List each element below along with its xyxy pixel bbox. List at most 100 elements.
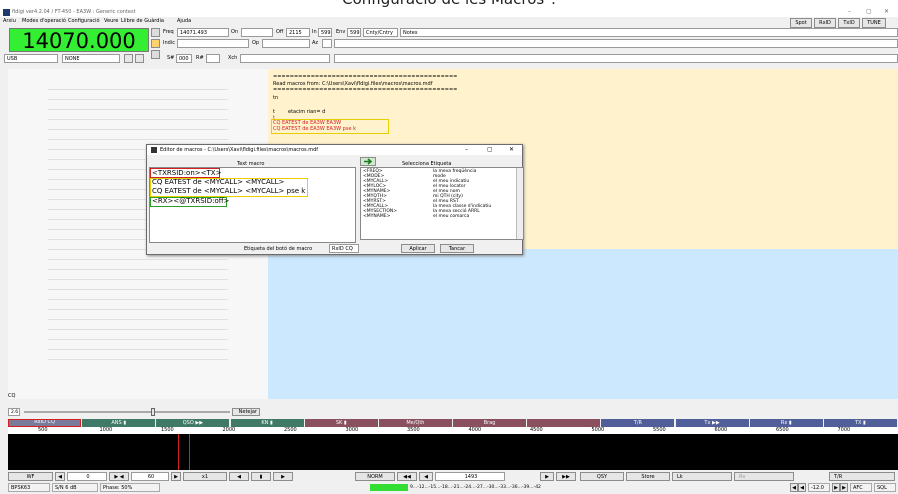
level-right2-button[interactable]: ▶	[840, 483, 848, 492]
country-field[interactable]: Cnty/Cntry	[363, 28, 398, 37]
txid-button[interactable]: TxID	[838, 18, 860, 28]
tag-list-scrollbar[interactable]	[516, 168, 523, 239]
macro-button[interactable]: TX ▮	[823, 419, 897, 427]
macro-button[interactable]: Tx ▶▶	[675, 419, 749, 427]
rxid-button[interactable]: RxID	[814, 18, 836, 28]
freq-field[interactable]: 14071.493	[177, 28, 229, 37]
afc-toggle[interactable]: AFC	[850, 483, 872, 492]
macro-text-area[interactable]: <TXRSID:on><TX> CQ EATEST de <MYCALL> <M…	[149, 167, 356, 243]
audio-freq-field[interactable]: 1493	[435, 472, 505, 481]
store-button[interactable]: Store	[626, 472, 670, 481]
menu-arxiu[interactable]: Arxiu	[3, 18, 16, 24]
wf-right-button[interactable]: ▶ ◀	[109, 472, 129, 481]
tune-button[interactable]: TUNE	[862, 18, 886, 28]
wf-range-field[interactable]: 60	[131, 472, 169, 481]
menu-veure[interactable]: Veure	[104, 18, 118, 24]
macro-button[interactable]: QSO ▶▶	[156, 419, 230, 427]
macro-button[interactable]: RxID CQ	[8, 419, 82, 427]
reverse-button[interactable]: Rv	[734, 472, 794, 481]
pause-button[interactable]: ▮	[251, 472, 271, 481]
clear-button[interactable]: Netejar	[232, 408, 260, 416]
mode-settings-icon[interactable]	[135, 54, 144, 63]
qth-field[interactable]	[334, 39, 898, 48]
rst-out-field[interactable]: 599	[347, 28, 361, 37]
fast-back-button[interactable]: ◀◀	[397, 472, 417, 481]
exchange-field[interactable]	[240, 54, 330, 63]
wf-left-button[interactable]: ◀	[55, 472, 65, 481]
clear-icon[interactable]	[151, 50, 160, 59]
tx-text-pane[interactable]	[268, 249, 898, 399]
tag-list[interactable]: <FREQ> la meva freqüència <MODE> mode <MYC…	[360, 167, 524, 240]
sql-toggle[interactable]: SQL	[874, 483, 896, 492]
macro-button[interactable]: T/R	[601, 419, 675, 427]
squelch-slider-handle[interactable]	[151, 408, 155, 416]
menu-llibre[interactable]: Llibre de Guàrdia	[121, 18, 164, 24]
rst-in-field[interactable]: 599	[318, 28, 332, 37]
level-left2-button[interactable]: ◀	[798, 483, 806, 492]
maximize-button[interactable]: ▢	[866, 8, 872, 15]
qsy-icon[interactable]	[151, 28, 160, 37]
menu-bar: Arxiu Modes d'operació Configuració Veur…	[0, 18, 898, 28]
rx-cq-line-2: CQ EATEST de EA3W EA3W pse k	[273, 126, 357, 132]
wf-mode-button[interactable]: WF	[8, 472, 53, 481]
macro-button[interactable]: ANS ▮	[82, 419, 156, 427]
squelch-value[interactable]: 2.6	[8, 408, 20, 416]
zoom-button[interactable]: x1	[183, 472, 227, 481]
mode-select[interactable]: USB	[4, 54, 58, 63]
level-right-button[interactable]: ▶	[832, 483, 840, 492]
macro-button[interactable]: SK ▮	[304, 419, 378, 427]
submode-select[interactable]: NONE	[62, 54, 120, 63]
apply-button[interactable]: Aplicar	[401, 244, 435, 253]
menu-ajuda[interactable]: Ajuda	[177, 18, 191, 24]
close-dialog-button[interactable]: Tancar	[440, 244, 474, 253]
scale-tick: 5000	[591, 427, 605, 433]
call-field[interactable]	[177, 39, 249, 48]
tr-button[interactable]: T/R	[829, 472, 895, 481]
rcv-serial-field[interactable]	[206, 54, 220, 63]
menu-modes[interactable]: Modes d'operació	[22, 18, 66, 24]
wf-offset-field[interactable]: 0	[67, 472, 107, 481]
macro-button[interactable]	[527, 419, 601, 427]
forward-button[interactable]: ▶	[273, 472, 293, 481]
norm-button[interactable]: NORM	[355, 472, 395, 481]
frequency-display[interactable]: 14070.000	[9, 28, 149, 53]
on-field[interactable]	[241, 28, 273, 37]
status-level[interactable]: -12.0	[808, 483, 830, 492]
back-button[interactable]: ◀	[419, 472, 433, 481]
waterfall-display[interactable]	[8, 434, 898, 470]
qsy-button[interactable]: QSY	[580, 472, 624, 481]
button-label-field[interactable]: RxID CQ	[329, 244, 359, 253]
macro-line-2: CQ EATEST de <MYCALL> <MYCALL>	[152, 178, 285, 186]
freq-label: Freq	[163, 29, 174, 35]
edit-icon[interactable]	[151, 39, 160, 48]
dialog-minimize-button[interactable]: –	[465, 146, 468, 153]
exchange-extra-field[interactable]	[334, 54, 898, 63]
off-field[interactable]: 2115	[286, 28, 310, 37]
op-field[interactable]	[262, 39, 310, 48]
close-button[interactable]: ✕	[884, 8, 889, 15]
serial-field[interactable]: 000	[176, 54, 192, 63]
wf-range-right-button[interactable]: ▶	[171, 472, 181, 481]
macro-button[interactable]: Rx ▮	[749, 419, 823, 427]
lock-button[interactable]: Lk	[672, 472, 732, 481]
rewind-button[interactable]: ◀	[229, 472, 249, 481]
dialog-app-icon	[151, 147, 157, 153]
dialog-close-button[interactable]: ✕	[509, 146, 514, 153]
menu-configuracio[interactable]: Configuració	[68, 18, 100, 24]
macro-button[interactable]: Me/Qth	[378, 419, 452, 427]
macro-button[interactable]: Brag	[453, 419, 527, 427]
minimize-button[interactable]: –	[848, 8, 851, 15]
fwd-button[interactable]: ▶	[540, 472, 554, 481]
az-field[interactable]	[322, 39, 332, 48]
notes-field[interactable]: Notes	[400, 28, 898, 37]
squelch-slider-track[interactable]	[24, 411, 230, 413]
spot-button[interactable]: Spot	[790, 18, 812, 28]
insert-tag-icon[interactable]	[360, 157, 376, 166]
fast-fwd-button[interactable]: ▶▶	[556, 472, 576, 481]
dialog-maximize-button[interactable]: ▢	[487, 146, 493, 153]
imd-scale: 9...-12...-15...-18...-21...-24...-27...…	[410, 485, 541, 490]
rcv-serial-label: R#	[196, 55, 204, 61]
mode-tools-icon[interactable]	[124, 54, 133, 63]
macro-button[interactable]: KN ▮	[230, 419, 304, 427]
level-left-button[interactable]: ◀	[790, 483, 798, 492]
